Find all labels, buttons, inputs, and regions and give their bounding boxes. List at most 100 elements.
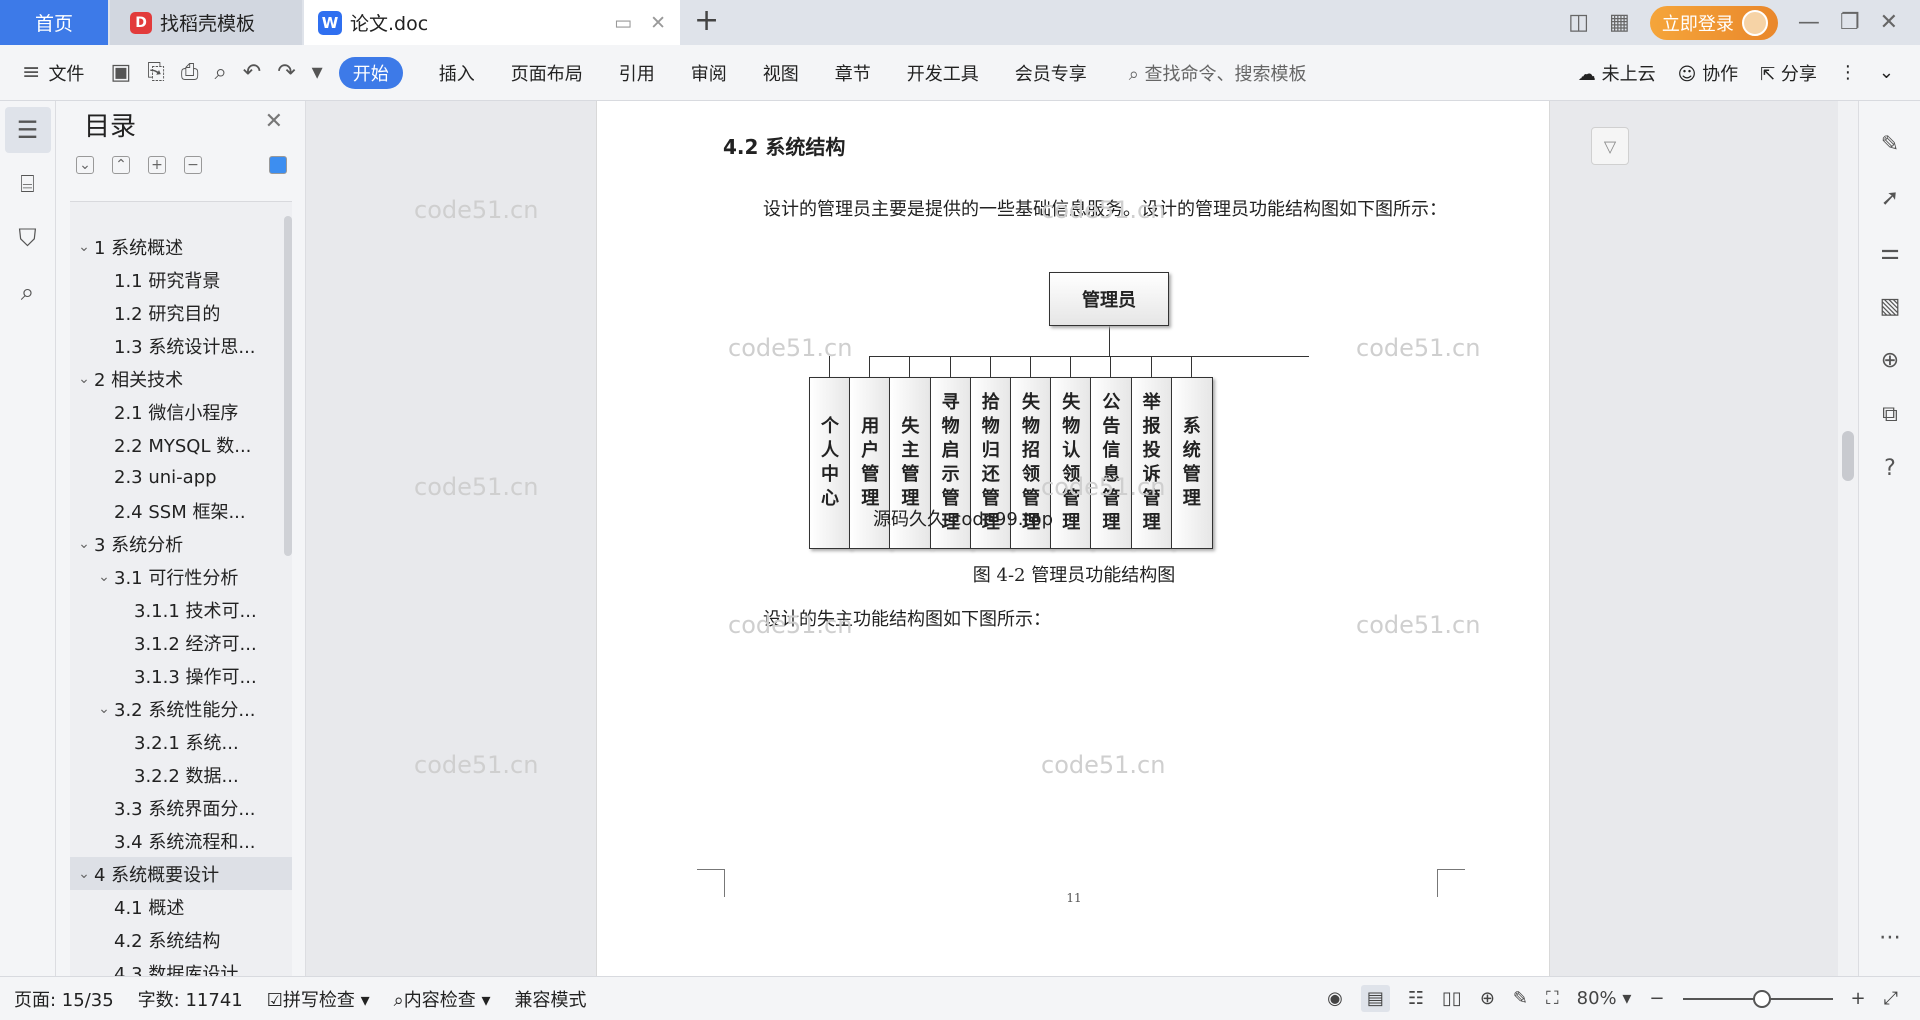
toc-item[interactable]: 2.2 MYSQL 数... <box>70 428 292 461</box>
menu-file[interactable]: 文件 <box>48 60 84 86</box>
chevron-down-icon[interactable]: ⌄ <box>74 536 94 552</box>
toc-item[interactable]: 4.2 系统结构 <box>70 923 292 956</box>
window-layout-icon[interactable]: ◫ <box>1568 10 1589 35</box>
toc-item[interactable]: 4.1 概述 <box>70 890 292 923</box>
sliders-icon[interactable]: ⚌ <box>1859 225 1920 279</box>
monitor-icon[interactable]: ▭ <box>614 12 632 34</box>
login-button[interactable]: 立即登录 <box>1649 5 1778 40</box>
toc-item[interactable]: 4.3 数据库设计 <box>70 956 292 977</box>
toc-item[interactable]: ⌄ 3.1 可行性分析 <box>70 560 292 593</box>
export-icon[interactable]: ⎘ <box>147 60 165 85</box>
toc-item[interactable]: ⌄ 3 系统分析 <box>70 527 292 560</box>
new-tab-button[interactable]: + <box>694 6 719 36</box>
collapse-all-icon[interactable]: ⌃ <box>112 156 130 174</box>
expand-all-icon[interactable]: ⌄ <box>76 156 94 174</box>
chevron-down-icon[interactable]: ⌄ <box>94 569 114 585</box>
toc-item[interactable]: ⌄ 4 系统概要设计 <box>70 857 292 890</box>
pointer-icon[interactable]: ➚ <box>1859 171 1920 225</box>
tab-template[interactable]: D 找稻壳模板 <box>110 0 302 45</box>
add-heading-icon[interactable]: + <box>148 156 166 174</box>
toc-scrollbar[interactable] <box>284 216 292 556</box>
word-count[interactable]: 字数: 11741 <box>138 986 243 1012</box>
close-tab-icon[interactable]: ✕ <box>650 12 666 34</box>
cloud-status[interactable]: ☁ 未上云 <box>1578 60 1656 86</box>
toc-item[interactable]: 3.4 系统流程和... <box>70 824 292 857</box>
more-options-icon[interactable]: ⋮ <box>1839 62 1857 83</box>
tab-document[interactable]: W 论文.doc ▭ ✕ <box>304 0 680 45</box>
restore-icon[interactable]: ❐ <box>1840 10 1860 35</box>
command-search[interactable]: ⌕ 查找命令、搜索模板 <box>1129 60 1307 86</box>
toc-item[interactable]: 3.2.1 系统... <box>70 725 292 758</box>
page-view-icon[interactable]: ▤ <box>1360 985 1390 1012</box>
toc-item[interactable]: 3.1.3 操作可... <box>70 659 292 692</box>
compat-mode[interactable]: 兼容模式 <box>514 986 586 1012</box>
tab-home[interactable]: 首页 <box>0 0 108 45</box>
tab-references[interactable]: 引用 <box>619 60 655 86</box>
smart-toc-toggle[interactable] <box>269 156 287 174</box>
help-icon[interactable]: ? <box>1859 441 1920 495</box>
reading-view-icon[interactable]: ▯▯ <box>1442 988 1462 1009</box>
hamburger-icon[interactable]: ≡ <box>22 60 40 85</box>
page-scrollbar[interactable] <box>1838 101 1858 976</box>
zoom-out-icon[interactable]: − <box>1649 988 1664 1009</box>
toc-item[interactable]: 2.1 微信小程序 <box>70 395 292 428</box>
toc-panel-icon[interactable]: ☰ <box>4 107 51 153</box>
save-icon[interactable]: ▣ <box>110 60 131 85</box>
close-window-icon[interactable]: ✕ <box>1880 10 1898 35</box>
page-indicator[interactable]: 页面: 15/35 <box>14 986 114 1012</box>
tab-review[interactable]: 审阅 <box>691 60 727 86</box>
redo-icon[interactable]: ↷ <box>277 60 295 85</box>
undo-icon[interactable]: ↶ <box>243 60 261 85</box>
book-search-icon[interactable]: ⧉ <box>1859 387 1920 441</box>
fit-page-icon[interactable]: ⛶ <box>1546 988 1559 1009</box>
toc-item[interactable]: 1.1 研究背景 <box>70 263 292 296</box>
chevron-down-icon[interactable]: ⌄ <box>74 866 94 882</box>
tab-developer[interactable]: 开发工具 <box>907 60 979 86</box>
remove-heading-icon[interactable]: − <box>184 156 202 174</box>
tab-layout[interactable]: 页面布局 <box>511 60 583 86</box>
toc-item[interactable]: 2.3 uni-app <box>70 461 292 494</box>
more-icon[interactable]: ⋯ <box>1859 910 1920 964</box>
fullscreen-icon[interactable]: ⤢ <box>1884 988 1898 1009</box>
toc-item[interactable]: 3.1.1 技术可... <box>70 593 292 626</box>
collab-button[interactable]: ☺ 协作 <box>1678 60 1739 86</box>
zoom-slider[interactable] <box>1682 989 1833 1008</box>
zoom-slider-knob[interactable] <box>1752 989 1771 1008</box>
toc-item[interactable]: ⌄ 2 相关技术 <box>70 362 292 395</box>
toc-item[interactable]: ⌄ 1 系统概述 <box>70 230 292 263</box>
chevron-down-icon[interactable]: ⌄ <box>74 239 94 255</box>
chevron-down-icon[interactable]: ⌄ <box>74 371 94 387</box>
tab-member[interactable]: 会员专享 <box>1015 60 1087 86</box>
content-check[interactable]: ⌕内容检查 ▾ <box>394 986 491 1012</box>
print-preview-icon[interactable]: ⌕ <box>214 60 226 85</box>
write-mode-icon[interactable]: ✎ <box>1513 988 1528 1009</box>
compass-icon[interactable]: ⊕ <box>1859 333 1920 387</box>
bookmark-icon[interactable]: ⛉ <box>5 215 51 261</box>
document-page[interactable]: 4.2 系统结构 设计的管理员主要是提供的一些基础信息服务。设计的管理员功能结构… <box>596 101 1550 976</box>
toc-item[interactable]: ⌄ 3.2 系统性能分... <box>70 692 292 725</box>
pen-icon[interactable]: ✎ <box>1859 117 1920 171</box>
navigation-pane-icon[interactable]: ⌸ <box>5 161 51 207</box>
page-scrollbar-thumb[interactable] <box>1842 431 1854 481</box>
zoom-level[interactable]: 80% ▾ <box>1577 988 1632 1009</box>
toc-item[interactable]: 1.2 研究目的 <box>70 296 292 329</box>
collapse-ribbon-icon[interactable]: ⌄ <box>1879 62 1894 83</box>
eye-protect-icon[interactable]: ◉ <box>1327 988 1343 1009</box>
close-icon[interactable]: ✕ <box>265 109 283 134</box>
share-button[interactable]: ⇱ 分享 <box>1760 60 1817 86</box>
chevron-down-icon[interactable]: ⌄ <box>94 701 114 717</box>
toc-item[interactable]: 1.3 系统设计思... <box>70 329 292 362</box>
filter-icon[interactable]: ▽ <box>1591 127 1629 165</box>
toc-item[interactable]: 3.3 系统界面分... <box>70 791 292 824</box>
tab-start[interactable]: 开始 <box>338 56 403 89</box>
toc-item[interactable]: 3.2.2 数据... <box>70 758 292 791</box>
print-icon[interactable]: ⎙ <box>181 60 199 85</box>
more-dropdown-icon[interactable]: ▾ <box>312 60 323 85</box>
spell-check[interactable]: ☑拼写检查 ▾ <box>267 986 370 1012</box>
minimize-icon[interactable]: — <box>1798 10 1820 35</box>
find-icon[interactable]: ⌕ <box>5 269 51 315</box>
web-view-icon[interactable]: ⊕ <box>1480 988 1495 1009</box>
toc-item[interactable]: 3.1.2 经济可... <box>70 626 292 659</box>
toc-item[interactable]: 2.4 SSM 框架... <box>70 494 292 527</box>
grid-apps-icon[interactable]: ▦ <box>1609 10 1630 35</box>
